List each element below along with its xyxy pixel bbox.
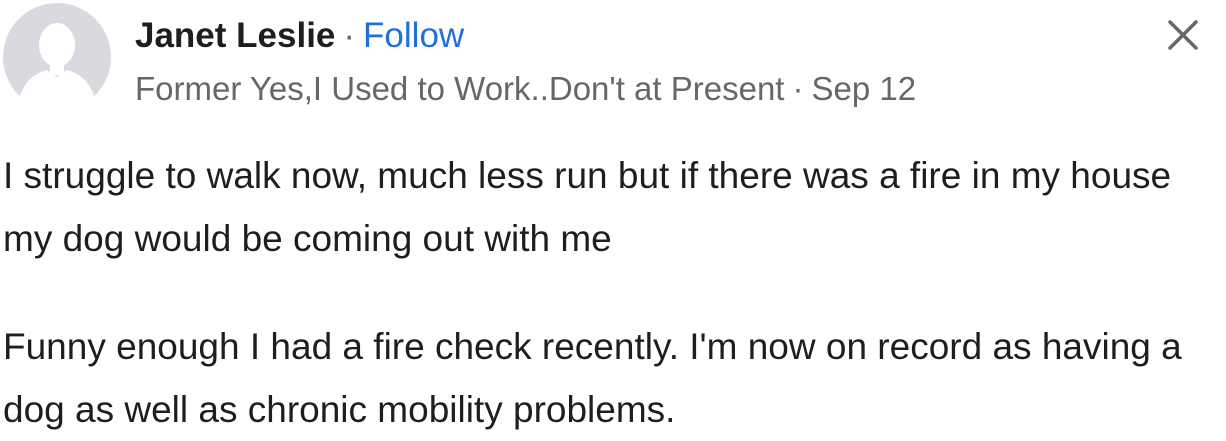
post-date[interactable]: Sep 12 xyxy=(811,70,916,107)
meta-separator: · xyxy=(792,70,804,107)
comment-paragraph: Funny enough I had a fire check recently… xyxy=(3,326,1182,430)
author-subtitle: Former Yes,I Used to Work..Don't at Pres… xyxy=(135,70,785,107)
close-button[interactable] xyxy=(1160,12,1206,58)
author-meta: Former Yes,I Used to Work..Don't at Pres… xyxy=(135,68,1106,110)
author-line: Janet Leslie · Follow xyxy=(135,14,1106,58)
avatar[interactable] xyxy=(3,3,111,111)
follow-button[interactable]: Follow xyxy=(363,16,464,55)
name-separator: · xyxy=(343,16,356,55)
close-icon xyxy=(1168,20,1198,50)
default-profile-silhouette-icon xyxy=(17,23,97,111)
comment-paragraph: I struggle to walk now, much less run bu… xyxy=(3,155,1172,259)
comment-body: I struggle to walk now, much less run bu… xyxy=(3,144,1225,441)
comment-header: Janet Leslie · Follow Former Yes,I Used to… xyxy=(135,14,1106,110)
comment-card: Janet Leslie · Follow Former Yes,I Used to… xyxy=(0,0,1226,437)
author-name[interactable]: Janet Leslie xyxy=(135,16,335,55)
